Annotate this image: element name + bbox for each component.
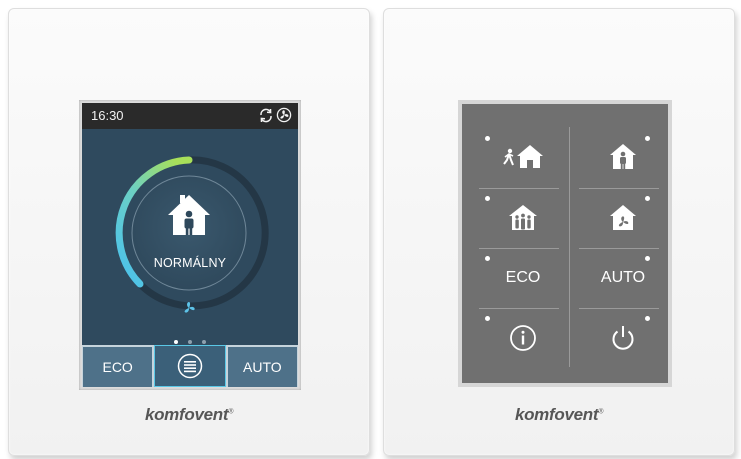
- eco-button-label: ECO: [102, 359, 133, 375]
- power-icon: [612, 326, 634, 350]
- menu-button[interactable]: [154, 345, 226, 387]
- eco-button[interactable]: ECO: [479, 249, 567, 307]
- touch-display: 16:30 NORMÁLNY ECO AUTO: [82, 103, 298, 387]
- intensive-mode-button[interactable]: [479, 189, 567, 247]
- normal-mode-button[interactable]: [579, 128, 667, 186]
- auto-button[interactable]: AUTO: [227, 345, 297, 387]
- page-dot[interactable]: [188, 340, 192, 344]
- menu-icon: [177, 353, 203, 379]
- touch-controller-panel: 16:30 NORMÁLNY ECO AUTO komfovent®: [8, 8, 370, 456]
- status-bar: 16:30: [82, 103, 298, 129]
- keypad-face: ECO AUTO: [462, 104, 668, 383]
- brand-logo: komfovent®: [144, 405, 234, 424]
- person-walking-away-icon: [503, 145, 543, 168]
- power-button[interactable]: [579, 309, 667, 367]
- keypad-controller-panel: ECO AUTO komfovent®: [383, 8, 735, 456]
- keypad-divider: [569, 127, 570, 367]
- auto-button-label: AUTO: [600, 269, 646, 286]
- group-in-house-icon: [509, 205, 537, 230]
- eco-button[interactable]: ECO: [83, 345, 153, 387]
- info-button[interactable]: [479, 309, 567, 367]
- clock-time: 16:30: [91, 108, 124, 123]
- auto-button-label: AUTO: [243, 359, 282, 375]
- eco-button-label: ECO: [505, 269, 541, 286]
- touch-screen-bezel: 16:30 NORMÁLNY ECO AUTO: [79, 100, 301, 390]
- auto-button[interactable]: AUTO: [579, 249, 667, 307]
- mode-label: NORMÁLNY: [153, 256, 227, 270]
- sync-icon[interactable]: [258, 106, 274, 129]
- fan-icon[interactable]: [276, 106, 292, 129]
- fan-in-house-icon: [610, 205, 636, 230]
- ventilation-gauge: [115, 156, 269, 313]
- away-mode-button[interactable]: [479, 128, 567, 186]
- page-dot[interactable]: [202, 340, 206, 344]
- brand-logo: komfovent®: [514, 405, 604, 424]
- boost-mode-button[interactable]: [579, 189, 667, 247]
- person-in-house-icon: [610, 144, 636, 169]
- page-dot[interactable]: [174, 340, 178, 344]
- info-icon: [510, 325, 536, 351]
- keypad-bezel: ECO AUTO: [458, 100, 672, 387]
- bottom-bar: ECO AUTO: [82, 345, 298, 387]
